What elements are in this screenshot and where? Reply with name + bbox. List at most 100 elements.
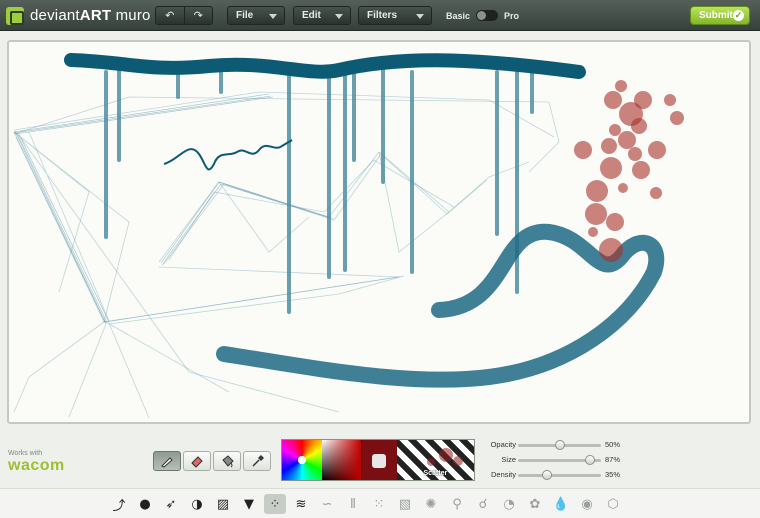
fill-tool[interactable] [213,451,241,471]
brush-icon [161,457,173,468]
size-value: 87% [605,455,621,464]
leaf-brush-button[interactable]: ✿ [524,494,546,514]
sparkle-brush-button[interactable]: ⚲ [446,494,468,514]
grid-dots-brush-button[interactable]: ⁙ [368,494,390,514]
sphere-brush-icon: ◉ [581,496,593,512]
undo-icon: ↶ [165,10,175,22]
brush-preview-swatch[interactable]: Scatter [396,440,474,480]
color-swatch-panel: Scatter [281,439,475,481]
scatter-brush-icon: ⁘ [269,496,281,512]
shade-gradient-swatch[interactable] [321,440,362,480]
filters-menu-button[interactable]: Filters [358,6,432,25]
size-track[interactable] [518,455,601,465]
spiral-brush-button[interactable]: ≋ [290,494,312,514]
brush-selector-bar: ⤴ ● ➶ ◑ ▨ ▼ ⁘ ≋ ∽ ⦀ ⁙ ▧ ✺ ⚲ ☌ ◔ ✿ 💧 ◉ ⬡ [0,488,760,518]
bubble-brush-button[interactable]: ☌ [472,494,494,514]
top-thick-stroke [64,53,586,79]
primary-color-swatch[interactable] [361,440,397,480]
splatter-brush-icon: ✺ [425,496,437,512]
splatter-brush-button[interactable]: ✺ [420,494,442,514]
airbrush-button[interactable]: ➶ [160,494,182,514]
drop-brush-button[interactable]: 💧 [550,494,572,514]
brush-tool[interactable] [153,451,181,471]
wave-brush-icon: ∽ [321,496,333,512]
diagonal-brush-button[interactable]: ▧ [394,494,416,514]
submit-label: Submit [699,10,733,21]
leaf-brush-icon: ✿ [529,496,541,512]
opacity-slider[interactable]: Opacity 50% [486,439,636,451]
density-thumb[interactable] [542,470,553,480]
density-slider[interactable]: Density 35% [486,469,636,481]
fill-bucket-icon [222,455,234,468]
brush-preview-icon [372,454,387,468]
cube-brush-button[interactable]: ⬡ [602,494,624,514]
eyedropper-tool[interactable] [243,451,271,471]
mode-switch: Basic Pro [446,10,519,21]
opacity-track[interactable] [518,440,601,450]
eraser-icon [191,456,203,468]
redo-button[interactable]: ↷ [183,7,213,24]
scatter-brush-button[interactable]: ⁘ [264,494,286,514]
size-thumb[interactable] [585,455,596,465]
deviantart-muro-logo: deviantART muro [6,6,151,25]
bubble-brush-icon: ☌ [478,496,488,512]
chevron-down-icon [335,14,343,19]
hatch-brush-icon: ▨ [216,496,230,512]
works-with-label: Works with [8,450,43,457]
wavy-signature-stroke [163,139,293,171]
dot-brush-button[interactable]: ● [134,494,156,514]
density-track[interactable] [518,470,601,480]
mode-basic-label: Basic [446,10,471,21]
vertical-drips [104,68,534,314]
redo-icon: ↷ [193,10,203,22]
basic-pro-toggle[interactable] [476,10,499,21]
checkmark-icon: ✓ [733,10,744,21]
dot-brush-icon: ● [139,496,151,512]
red-splatter-circles [574,80,684,262]
fan-brush-button[interactable]: ◔ [498,494,520,514]
wacom-logo: wacom [8,457,65,474]
density-value: 35% [605,470,621,479]
file-menu-label: File [236,10,254,21]
pen-brush-icon: ⤴ [112,498,126,514]
lines-brush-icon: ⦀ [350,496,356,512]
deviantart-logo-icon [6,6,24,25]
artwork-svg [13,53,684,419]
airbrush-icon: ➶ [165,496,177,512]
file-menu-button[interactable]: File [227,6,285,25]
drawing-canvas[interactable] [7,40,751,424]
lines-brush-button[interactable]: ⦀ [342,494,364,514]
filters-menu-label: Filters [367,10,398,21]
web-dense-lines [13,93,334,324]
edit-menu-button[interactable]: Edit [293,6,351,25]
opacity-value: 50% [605,440,621,449]
eraser-tool[interactable] [183,451,211,471]
opacity-thumb[interactable] [554,440,565,450]
sparkle-brush-icon: ⚲ [452,496,462,512]
ink-drip-brush-button[interactable]: ▼ [238,494,260,514]
opacity-label: Opacity [490,440,516,449]
color-wheel-swatch[interactable] [282,440,322,480]
spiral-brush-icon: ≋ [295,496,307,512]
edit-menu-label: Edit [302,10,321,21]
size-slider[interactable]: Size 87% [486,454,636,466]
pie-brush-icon: ◑ [191,496,203,512]
drop-brush-icon: 💧 [552,496,570,512]
chevron-down-icon [416,14,424,19]
top-toolbar: deviantART muro ↶ ↷ File Edit Filters Ba… [0,0,760,31]
size-label: Size [501,455,516,464]
sphere-brush-button[interactable]: ◉ [576,494,598,514]
pie-brush-button[interactable]: ◑ [186,494,208,514]
undo-button[interactable]: ↶ [156,7,184,24]
eyedropper-icon [252,454,264,467]
mode-pro-label: Pro [504,10,520,21]
logo-text: deviantART muro [30,7,151,24]
grid-dots-brush-icon: ⁙ [373,496,385,512]
ink-drip-brush-icon: ▼ [244,496,254,512]
density-label: Density [490,470,516,479]
hatch-brush-button[interactable]: ▨ [212,494,234,514]
pen-brush-button[interactable]: ⤴ [108,494,130,514]
wave-brush-button[interactable]: ∽ [316,494,338,514]
brush-name-label: Scatter [423,470,448,477]
submit-button[interactable]: Submit ✓ [690,6,750,25]
